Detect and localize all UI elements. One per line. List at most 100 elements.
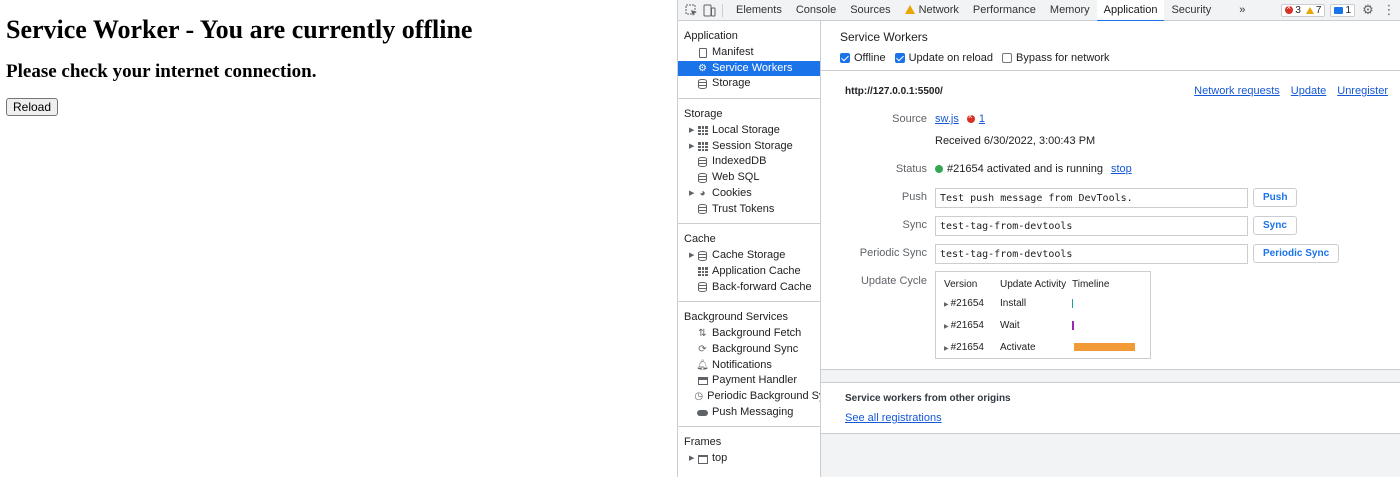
warning-icon (1305, 6, 1314, 14)
service-workers-panel: Service Workers Offline Update on reload… (821, 21, 1400, 370)
document-icon (697, 47, 708, 58)
update-on-reload-checkbox[interactable]: Update on reload (894, 52, 993, 64)
sidebar-item-storage[interactable]: ▶Storage (678, 76, 820, 92)
received-time: Received 6/30/2022, 3:00:43 PM (935, 135, 1096, 147)
tab-security[interactable]: Security (1164, 0, 1218, 21)
update-link[interactable]: Update (1291, 85, 1326, 97)
sidebar-item-background-sync[interactable]: ▶⟳Background Sync (678, 342, 820, 358)
grid-icon (697, 142, 708, 152)
offline-checkbox[interactable]: Offline (840, 52, 886, 64)
sidebar-section-cache: Cache ▶Cache Storage ▶Application Cache … (678, 224, 820, 303)
tab-elements[interactable]: Elements (729, 0, 789, 21)
issues-badge[interactable]: 3 7 (1281, 3, 1326, 17)
sidebar-item-cookies[interactable]: ▶ ◕ Cookies (678, 186, 820, 202)
table-row-version[interactable]: ▶ #21654 (944, 320, 984, 331)
sidebar-item-payment-handler[interactable]: ▶Payment Handler (678, 373, 820, 389)
checkbox-checked-icon[interactable] (840, 53, 850, 63)
sidebar-item-back-forward-cache[interactable]: ▶Back-forward Cache (678, 280, 820, 296)
push-button[interactable]: Push (1253, 188, 1298, 207)
source-error-count-link[interactable]: 1 (979, 113, 985, 125)
sidebar-item-session-storage[interactable]: ▶ Session Storage (678, 139, 820, 155)
message-count: 1 (1345, 4, 1351, 16)
sync-label: Sync (902, 219, 927, 231)
cookie-icon: ◕ (699, 187, 706, 199)
sidebar-section-background-services: Background Services ▶⇅Background Fetch ▶… (678, 302, 820, 428)
sidebar-item-label: Periodic Background Sync (707, 390, 820, 402)
table-row-version[interactable]: ▶ #21654 (944, 298, 984, 309)
device-toolbar-icon[interactable] (700, 0, 718, 21)
stop-link[interactable]: stop (1111, 163, 1132, 175)
checkbox-checked-icon[interactable] (894, 53, 905, 63)
divider (821, 70, 1400, 71)
sidebar-item-cache-storage[interactable]: ▶ Cache Storage (678, 248, 820, 264)
expand-arrow-icon[interactable]: ▶ (689, 186, 697, 202)
messages-badge[interactable]: 1 (1330, 3, 1355, 17)
push-input[interactable] (935, 188, 1248, 208)
devtools-panel: Elements Console Sources Network Perform… (677, 0, 1400, 477)
tab-console[interactable]: Console (789, 0, 843, 21)
option-label: Bypass for network (1016, 52, 1110, 64)
expand-arrow-icon[interactable]: ▶ (689, 248, 697, 264)
unregister-link[interactable]: Unregister (1337, 85, 1388, 97)
other-origins-panel: Service workers from other origins See a… (821, 382, 1400, 434)
sw-origin: http://127.0.0.1:5500/ (845, 86, 943, 97)
table-row-activity: Wait (1000, 320, 1020, 331)
expand-arrow-icon[interactable]: ▶ (944, 302, 949, 308)
sidebar-item-trust-tokens[interactable]: ▶Trust Tokens (678, 202, 820, 218)
sidebar-item-label: Background Sync (712, 342, 799, 355)
sidebar-section-application: Application ▶Manifest ▶⚙Service Workers … (678, 21, 820, 100)
sidebar-item-notifications[interactable]: ▶🔔︎Notifications (678, 358, 820, 374)
database-icon (697, 282, 708, 293)
sidebar-item-top-frame[interactable]: ▶ top (678, 451, 820, 467)
expand-arrow-icon[interactable]: ▶ (944, 324, 949, 330)
sidebar-item-label: Payment Handler (712, 374, 797, 387)
warning-icon (904, 4, 915, 14)
application-sidebar: Application ▶Manifest ▶⚙Service Workers … (678, 21, 821, 477)
sync-button[interactable]: Sync (1253, 216, 1297, 235)
settings-gear-icon[interactable]: ⚙ (1360, 0, 1376, 21)
checkbox-unchecked-icon[interactable] (1002, 53, 1012, 63)
sidebar-item-label: Cookies (712, 186, 752, 199)
table-row-activity: Install (1000, 298, 1027, 309)
sync-icon: ⟳ (698, 343, 707, 355)
source-value: sw.js 1 (935, 112, 985, 125)
service-workers-view: Service Workers Offline Update on reload… (821, 21, 1400, 477)
sidebar-item-label: top (712, 452, 728, 465)
source-file-link[interactable]: sw.js (935, 113, 959, 125)
up-down-arrows-icon: ⇅ (698, 328, 707, 340)
sidebar-item-manifest[interactable]: ▶Manifest (678, 45, 820, 61)
expand-arrow-icon[interactable]: ▶ (689, 139, 697, 155)
sidebar-item-periodic-background-sync[interactable]: ▶◷Periodic Background Sync (678, 389, 820, 405)
kebab-menu-icon[interactable]: ⋮ (1381, 0, 1397, 21)
sidebar-item-background-fetch[interactable]: ▶⇅Background Fetch (678, 326, 820, 342)
network-requests-link[interactable]: Network requests (1194, 85, 1280, 97)
see-all-registrations-link[interactable]: See all registrations (845, 412, 942, 424)
web-page: Service Worker - You are currently offli… (0, 0, 677, 477)
cloud-icon (697, 408, 708, 418)
sidebar-item-indexeddb[interactable]: ▶IndexedDB (678, 154, 820, 170)
sync-input[interactable] (935, 216, 1248, 236)
tab-performance[interactable]: Performance (966, 0, 1043, 21)
bypass-for-network-checkbox[interactable]: Bypass for network (1002, 52, 1110, 64)
periodic-sync-input[interactable] (935, 244, 1248, 264)
sidebar-item-local-storage[interactable]: ▶ Local Storage (678, 123, 820, 139)
source-label: Source (892, 113, 927, 125)
tab-application[interactable]: Application (1096, 0, 1165, 22)
sidebar-item-application-cache[interactable]: ▶Application Cache (678, 264, 820, 280)
database-icon (697, 79, 708, 90)
periodic-sync-button[interactable]: Periodic Sync (1253, 244, 1340, 263)
devtools-tabbar: Elements Console Sources Network Perform… (678, 0, 1400, 22)
expand-arrow-icon[interactable]: ▶ (689, 123, 697, 139)
expand-arrow-icon[interactable]: ▶ (944, 346, 949, 352)
tab-sources[interactable]: Sources (843, 0, 897, 21)
sidebar-item-web-sql[interactable]: ▶Web SQL (678, 170, 820, 186)
tab-memory[interactable]: Memory (1043, 0, 1097, 21)
tab-network[interactable]: Network (898, 0, 966, 21)
more-tabs-icon[interactable]: » (1232, 0, 1252, 21)
reload-button[interactable]: Reload (6, 98, 59, 116)
sidebar-item-push-messaging[interactable]: ▶Push Messaging (678, 405, 820, 421)
inspect-element-icon[interactable] (682, 0, 700, 21)
sidebar-item-service-workers[interactable]: ▶⚙Service Workers (678, 60, 820, 77)
expand-arrow-icon[interactable]: ▶ (689, 451, 697, 467)
table-row-version[interactable]: ▶ #21654 (944, 342, 984, 353)
